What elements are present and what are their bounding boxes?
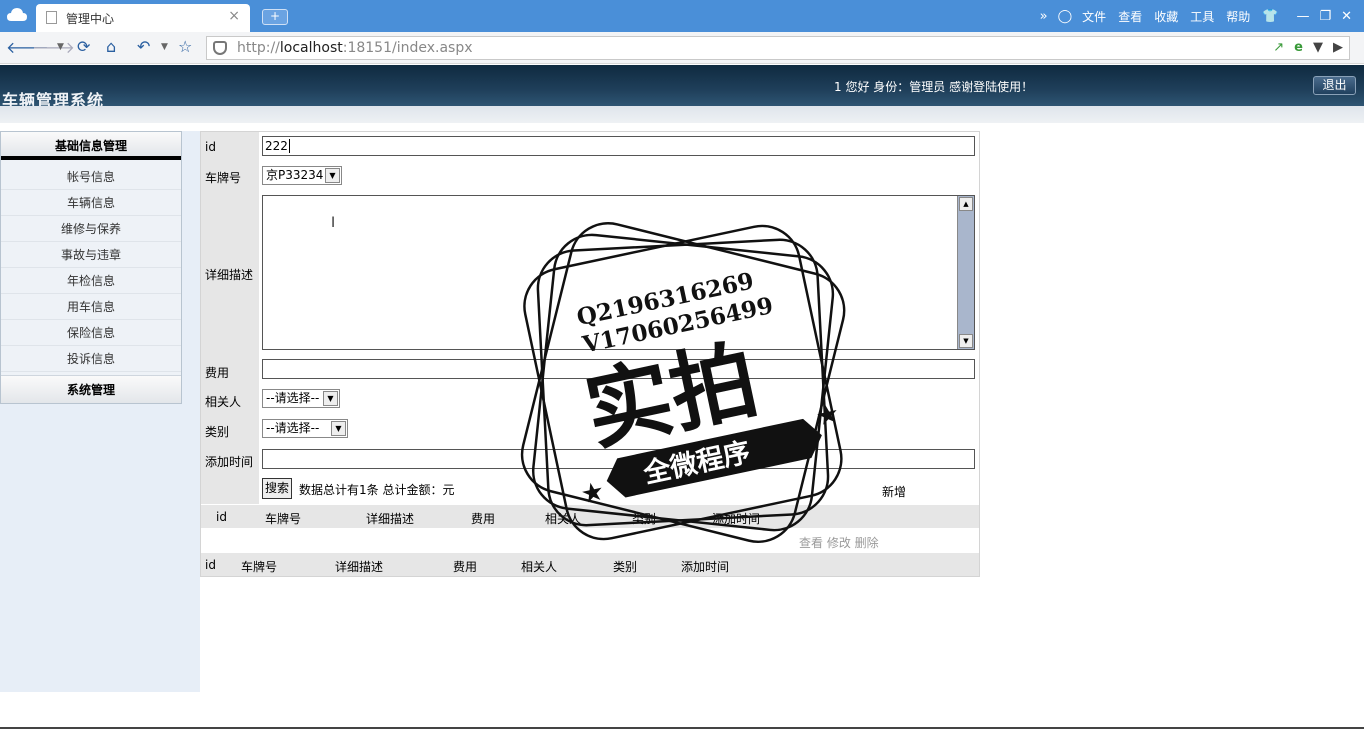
id-input-value: 222 [265, 139, 288, 153]
plate-select[interactable]: 京P33234 ▼ [262, 166, 342, 185]
app-header: 车辆管理系统 1 您好 身份：管理员 感谢登陆使用！ 退出 [0, 65, 1364, 110]
more-icon[interactable]: » [1040, 9, 1048, 24]
logout-button[interactable]: 退出 [1313, 76, 1356, 95]
share-icon[interactable]: ↗ [1273, 40, 1284, 55]
dropdown-icon[interactable]: ▼ [57, 42, 64, 52]
plate-label: 车牌号 [205, 171, 242, 185]
sidebar: 基础信息管理 帐号信息 车辆信息 维修与保养 事故与违章 年检信息 用车信息 保… [0, 131, 182, 404]
description-textarea[interactable]: ▲ ▼ [262, 195, 975, 350]
refresh-icon[interactable]: ⟳ [77, 37, 90, 56]
sidebar-group-system[interactable]: 系统管理 [1, 375, 181, 403]
col-person: 相关人 [521, 560, 558, 574]
time-label: 添加时间 [205, 455, 254, 469]
person-select-value: --请选择-- [266, 391, 320, 405]
menu-tools[interactable]: 工具 [1190, 8, 1214, 25]
plate-select-value: 京P33234 [266, 168, 324, 182]
cloud-icon[interactable] [6, 6, 28, 24]
go-icon[interactable]: ▶ [1333, 40, 1343, 55]
address-actions: ↗ e ▼ ▶ [1273, 40, 1343, 55]
page-icon [46, 11, 57, 24]
label-column [201, 132, 259, 504]
col-id: id [216, 510, 227, 524]
browser-tab[interactable]: 管理中心 × [36, 4, 250, 32]
col-description: 详细描述 [366, 512, 415, 526]
header-divider [0, 106, 1364, 123]
id-input[interactable]: 222 [262, 136, 975, 156]
col-cost: 费用 [453, 560, 478, 574]
restore-icon[interactable]: ❐ [1319, 9, 1331, 24]
category-select[interactable]: --请选择-- ▼ [262, 419, 348, 438]
person-select[interactable]: --请选择-- ▼ [262, 389, 340, 408]
chevron-down-icon: ▼ [323, 391, 338, 406]
cost-label: 费用 [205, 366, 230, 380]
col-cost: 费用 [471, 512, 496, 526]
user-icon[interactable]: ◯ [1058, 9, 1073, 24]
sidebar-item-complaints[interactable]: 投诉信息 [1, 346, 181, 372]
home-icon[interactable]: ⌂ [106, 37, 116, 56]
add-link[interactable]: 新增 [882, 483, 906, 500]
dropdown-icon[interactable]: ▼ [161, 42, 168, 52]
row-actions[interactable]: 查看 修改 删除 [799, 534, 879, 551]
tab-close-button[interactable]: × [228, 8, 240, 24]
scroll-up-icon[interactable]: ▲ [959, 197, 973, 211]
shield-icon [213, 41, 227, 55]
search-button[interactable]: 搜索 [262, 478, 292, 499]
sidebar-item-accounts[interactable]: 帐号信息 [1, 164, 181, 190]
col-person: 相关人 [545, 512, 582, 526]
col-category: 类别 [632, 512, 657, 526]
address-url[interactable]: http://localhost:18151/index.aspx [237, 40, 473, 56]
table-footer: id 车牌号 详细描述 费用 相关人 类别 添加时间 [201, 553, 979, 576]
skin-icon[interactable]: 👕 [1262, 9, 1278, 24]
forward-icon[interactable]: 🡒 [32, 37, 75, 57]
window-close-icon[interactable]: ✕ [1341, 9, 1352, 24]
summary-text: 数据总计有1条 总计金额：元 [299, 483, 455, 497]
menu-help[interactable]: 帮助 [1226, 8, 1250, 25]
table-header: id 车牌号 详细描述 费用 相关人 类别 添加时间 [201, 505, 979, 528]
category-label: 类别 [205, 425, 230, 439]
col-plate: 车牌号 [241, 560, 278, 574]
tab-title: 管理中心 [66, 12, 115, 26]
col-description: 详细描述 [335, 560, 384, 574]
col-plate: 车牌号 [265, 512, 302, 526]
sidebar-item-insurance[interactable]: 保险信息 [1, 320, 181, 346]
col-time: 添加时间 [681, 560, 730, 574]
main-panel: id 222 车牌号 京P33234 ▼ 详细描述 ▲ ▼ 费用 相关人 --请… [200, 131, 980, 577]
scroll-down-icon[interactable]: ▼ [959, 334, 973, 348]
time-input[interactable] [262, 449, 975, 469]
greeting-text: 1 您好 身份：管理员 感谢登陆使用！ [834, 80, 1034, 94]
col-id: id [205, 558, 216, 572]
sidebar-item-vehicles[interactable]: 车辆信息 [1, 190, 181, 216]
menu-file[interactable]: 文件 [1082, 8, 1106, 25]
cost-input[interactable] [262, 359, 975, 379]
text-cursor-icon: I [331, 215, 336, 231]
browser-nav-bar: 🡐 🡒 ▼ ⟳ ⌂ ↶ ▼ ☆ http://localhost:18151/i… [0, 32, 1364, 64]
minimize-icon[interactable]: — [1296, 9, 1309, 24]
category-select-value: --请选择-- [266, 421, 320, 435]
star-icon[interactable]: ☆ [178, 37, 192, 56]
chevron-down-icon: ▼ [331, 421, 346, 436]
browser-tab-bar: 管理中心 × + » ◯ 文件 查看 收藏 工具 帮助 👕 — ❐ ✕ [0, 0, 1364, 32]
sidebar-group-basic[interactable]: 基础信息管理 [1, 132, 181, 160]
description-label: 详细描述 [205, 268, 254, 282]
browser-menu: » ◯ 文件 查看 收藏 工具 帮助 👕 — ❐ ✕ [1040, 0, 1364, 32]
person-label: 相关人 [205, 395, 242, 409]
sidebar-item-usage[interactable]: 用车信息 [1, 294, 181, 320]
col-category: 类别 [613, 560, 638, 574]
new-tab-button[interactable]: + [262, 9, 288, 25]
sidebar-item-maintenance[interactable]: 维修与保养 [1, 216, 181, 242]
sidebar-item-inspection[interactable]: 年检信息 [1, 268, 181, 294]
chevron-down-icon: ▼ [325, 168, 340, 183]
chevron-down-icon[interactable]: ▼ [1313, 40, 1323, 55]
sidebar-item-accidents[interactable]: 事故与违章 [1, 242, 181, 268]
id-label: id [205, 140, 216, 154]
address-bar[interactable]: http://localhost:18151/index.aspx ↗ e ▼ … [206, 36, 1350, 60]
col-time: 添加时间 [712, 512, 761, 526]
ie-icon[interactable]: e [1294, 40, 1303, 55]
undo-icon[interactable]: ↶ [137, 37, 150, 56]
menu-favorites[interactable]: 收藏 [1154, 8, 1178, 25]
menu-view[interactable]: 查看 [1118, 8, 1142, 25]
textarea-scrollbar[interactable]: ▲ ▼ [957, 196, 974, 349]
